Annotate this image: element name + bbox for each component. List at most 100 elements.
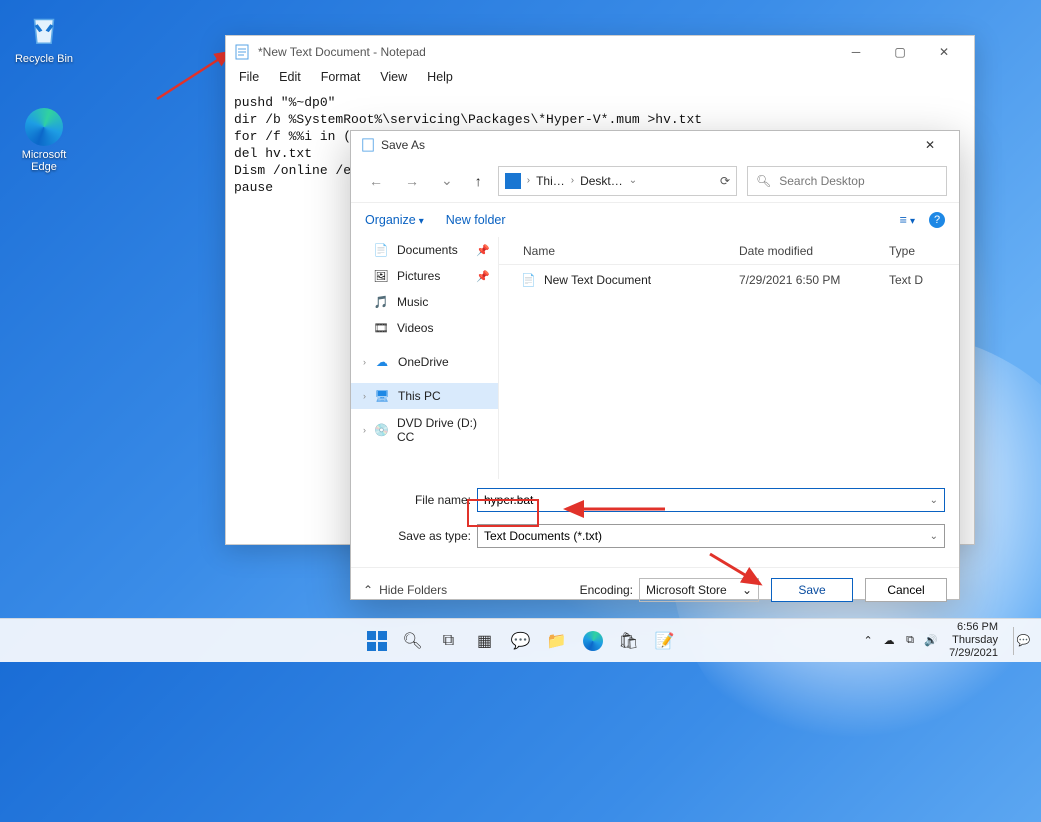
recycle-bin-icon (23, 8, 65, 50)
pin-icon: 📌 (476, 244, 490, 257)
chevron-down-icon[interactable]: ⌄ (930, 531, 938, 542)
breadcrumb-dropdown[interactable]: ⌄ (629, 175, 637, 186)
pictures-icon: 🖼 (373, 268, 389, 284)
notifications-button[interactable]: 💬 (1013, 627, 1033, 655)
save-type-combo[interactable]: Text Documents (*.txt) ⌄ (477, 524, 945, 548)
save-button[interactable]: Save (771, 578, 853, 602)
nav-forward-button[interactable]: → (399, 169, 425, 193)
maximize-button[interactable]: ▢ (878, 37, 922, 67)
file-row[interactable]: 📄 New Text Document 7/29/2021 6:50 PM Tex… (499, 265, 959, 295)
organize-button[interactable]: Organize▾ (365, 213, 424, 227)
cancel-button[interactable]: Cancel (865, 578, 947, 602)
dvd-icon: 💿 (374, 422, 389, 438)
clock-date: 7/29/2021 (949, 647, 998, 660)
chevron-down-icon[interactable]: ⌄ (930, 495, 938, 506)
file-name: New Text Document (544, 273, 651, 287)
address-bar[interactable]: › Thi… › Deskt… ⌄ ⟳ (498, 166, 737, 196)
column-header-date[interactable]: Date modified (739, 244, 889, 258)
desktop-icon-edge[interactable]: Microsoft Edge (8, 108, 80, 173)
start-button[interactable] (363, 627, 391, 655)
dialog-title: Save As (381, 138, 425, 152)
desktop-icon-label: Recycle Bin (8, 53, 80, 65)
notepad-icon (234, 44, 250, 60)
nav-up-button[interactable]: ↑ (469, 169, 488, 193)
notepad-title: *New Text Document - Notepad (258, 45, 426, 59)
breadcrumb-segment[interactable]: Deskt… (580, 174, 623, 188)
encoding-label: Encoding: (580, 583, 633, 597)
new-folder-button[interactable]: New folder (446, 213, 506, 227)
filename-input[interactable]: hyper.bat ⌄ (477, 488, 945, 512)
tray-chevron-icon[interactable]: ⌃ (859, 634, 877, 647)
encoding-combo[interactable]: Microsoft Store⌄ (639, 578, 759, 602)
desktop-icon-label: Microsoft Edge (8, 149, 80, 173)
save-as-dialog: Save As ✕ ← → ⌄ ↑ › Thi… › Deskt… ⌄ ⟳ 🔍︎… (350, 130, 960, 600)
save-type-label: Save as type: (365, 529, 477, 543)
nav-recent-button[interactable]: ⌄ (435, 168, 459, 193)
tray-meet-icon[interactable]: ⧉ (901, 634, 919, 647)
search-placeholder: Search Desktop (779, 174, 864, 188)
minimize-button[interactable]: ─ (834, 37, 878, 67)
text-file-icon: 📄 (521, 273, 536, 287)
music-icon: 🎵 (373, 294, 389, 310)
notepad-taskbar-button[interactable]: 📝 (651, 627, 679, 655)
menu-file[interactable]: File (236, 68, 262, 90)
tray-volume-icon[interactable]: 🔊 (922, 634, 940, 647)
store-button[interactable]: 🛍 (615, 627, 643, 655)
tree-item-dvd[interactable]: ›💿DVD Drive (D:) CC (351, 417, 498, 443)
tree-item-pictures[interactable]: 🖼Pictures📌 (351, 263, 498, 289)
chevron-up-icon: ⌃ (363, 583, 373, 597)
refresh-button[interactable]: ⟳ (720, 174, 730, 188)
filename-value: hyper.bat (484, 493, 533, 507)
nav-tree: 📄Documents📌 🖼Pictures📌 🎵Music 🎞Videos ›☁… (351, 237, 499, 479)
tree-item-documents[interactable]: 📄Documents📌 (351, 237, 498, 263)
clock-day: Thursday (949, 634, 998, 647)
edge-icon (25, 108, 63, 146)
tree-item-videos[interactable]: 🎞Videos (351, 315, 498, 341)
help-button[interactable]: ? (929, 212, 945, 228)
explorer-button[interactable]: 📁 (543, 627, 571, 655)
column-header-name[interactable]: Name (499, 244, 739, 258)
save-type-value: Text Documents (*.txt) (484, 529, 602, 543)
search-icon: 🔍︎ (756, 174, 771, 188)
notepad-menubar: File Edit Format View Help (226, 68, 974, 90)
taskbar: 🔍︎ ⧉ ▦ 💬 📁 🛍 📝 ⌃ ☁ ⧉ 🔊 6:56 PM Thursday … (0, 618, 1041, 662)
close-button[interactable]: ✕ (911, 132, 949, 158)
menu-format[interactable]: Format (318, 68, 364, 90)
videos-icon: 🎞 (373, 320, 389, 336)
documents-icon: 📄 (373, 242, 389, 258)
desktop-icon-recycle-bin[interactable]: Recycle Bin (8, 8, 80, 65)
taskbar-clock[interactable]: 6:56 PM Thursday 7/29/2021 (943, 621, 1004, 660)
this-pc-icon: 🖥 (374, 388, 390, 404)
tree-item-this-pc[interactable]: ›🖥This PC (351, 383, 498, 409)
this-pc-icon (505, 173, 521, 189)
taskbar-search-button[interactable]: 🔍︎ (399, 627, 427, 655)
chevron-down-icon[interactable]: ⌄ (742, 583, 752, 597)
view-options-button[interactable]: ≡▾ (900, 213, 915, 227)
task-view-button[interactable]: ⧉ (435, 627, 463, 655)
file-pane: Name Date modified Type 📄 New Text Docume… (499, 237, 959, 479)
search-input[interactable]: 🔍︎ Search Desktop (747, 166, 947, 196)
column-header-type[interactable]: Type (889, 244, 915, 258)
notepad-icon (361, 138, 375, 152)
tree-item-onedrive[interactable]: ›☁OneDrive (351, 349, 498, 375)
tray-onedrive-icon[interactable]: ☁ (880, 634, 898, 647)
file-date: 7/29/2021 6:50 PM (739, 273, 889, 287)
chat-button[interactable]: 💬 (507, 627, 535, 655)
notepad-titlebar[interactable]: *New Text Document - Notepad ─ ▢ ✕ (226, 36, 974, 68)
menu-view[interactable]: View (377, 68, 410, 90)
breadcrumb-segment[interactable]: Thi… (536, 174, 565, 188)
nav-back-button[interactable]: ← (363, 169, 389, 193)
dialog-titlebar[interactable]: Save As ✕ (351, 131, 959, 159)
menu-edit[interactable]: Edit (276, 68, 304, 90)
widgets-button[interactable]: ▦ (471, 627, 499, 655)
menu-help[interactable]: Help (424, 68, 456, 90)
clock-time: 6:56 PM (949, 621, 998, 634)
onedrive-icon: ☁ (374, 354, 390, 370)
file-type: Text D (889, 273, 923, 287)
hide-folders-button[interactable]: ⌃Hide Folders (363, 583, 447, 597)
pin-icon: 📌 (476, 270, 490, 283)
filename-label: File name: (365, 493, 477, 507)
close-button[interactable]: ✕ (922, 37, 966, 67)
edge-taskbar-button[interactable] (579, 627, 607, 655)
tree-item-music[interactable]: 🎵Music (351, 289, 498, 315)
